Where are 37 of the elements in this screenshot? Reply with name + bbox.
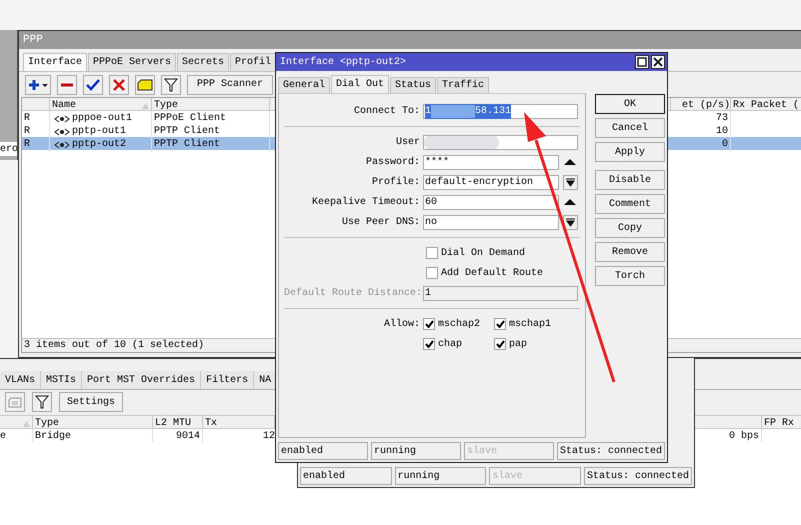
status-field: Status: connected xyxy=(557,442,665,460)
checkbox-label: mschap1 xyxy=(509,318,552,332)
field-label: Allow: xyxy=(382,318,421,332)
table-cell-text: 12 xyxy=(262,430,275,444)
status-field: slave xyxy=(489,467,582,485)
checkbox-label: Dial On Demand xyxy=(441,246,526,260)
field-label: Connect To: xyxy=(352,104,421,118)
table-cell-text: pptp-out1 xyxy=(72,125,126,139)
status-field: enabled xyxy=(300,467,392,485)
table-cell: 0 xyxy=(671,137,731,152)
window-title: PPP xyxy=(23,32,43,48)
field-label: User xyxy=(394,136,421,150)
status-field: slave xyxy=(464,442,554,460)
checkbox-label: Add Default Route xyxy=(441,266,544,280)
checkbox-label: chap xyxy=(438,338,462,352)
table-cell-text: pptp-out2 xyxy=(72,138,126,152)
table-cell: PPTP Client xyxy=(152,137,270,152)
status-text: 3 items out of 10 (1 selected) xyxy=(24,338,204,353)
status-field: Status: connected xyxy=(584,467,692,485)
column-header: FP Rx xyxy=(763,417,796,431)
field-label: Default Route Distance: xyxy=(284,286,423,300)
status-field: enabled xyxy=(278,442,368,460)
column-header: Name xyxy=(52,99,76,113)
field-label: Use Peer DNS: xyxy=(340,216,421,230)
field-value: 58.131 xyxy=(475,104,512,118)
window-title: Interface <pptp-out2> xyxy=(280,56,406,70)
table-cell-text: pppoe-out1 xyxy=(72,112,132,126)
column-header: Rx Packet ( xyxy=(732,98,800,113)
field-value: 1 xyxy=(425,104,432,118)
table-cell-text: ero xyxy=(0,142,17,156)
status-field: running xyxy=(394,467,486,485)
checkbox-label: pap xyxy=(509,338,528,352)
field-label: Keepalive Timeout: xyxy=(310,196,421,210)
checkbox-label: mschap2 xyxy=(438,318,480,332)
field-label: Password: xyxy=(364,156,421,170)
status-field: running xyxy=(371,442,461,460)
field-label: Profile: xyxy=(370,176,421,190)
